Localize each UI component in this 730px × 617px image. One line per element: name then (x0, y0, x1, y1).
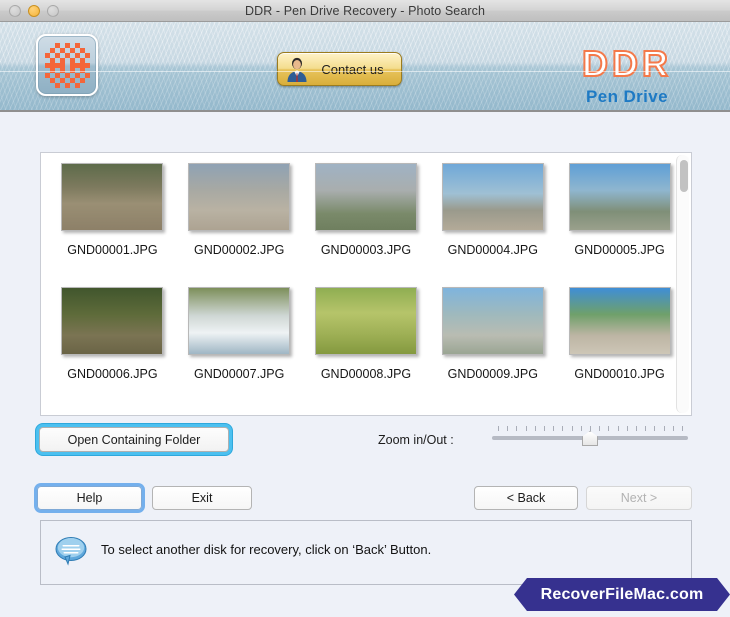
status-panel: To select another disk for recovery, cli… (40, 520, 692, 585)
slider-tick (581, 426, 582, 431)
icon-pixel (75, 83, 80, 88)
slider-tick (590, 426, 591, 431)
window-controls (9, 5, 59, 17)
photo-filename-label: GND00010.JPG (574, 367, 665, 381)
slider-tick (673, 426, 674, 431)
photo-thumbnail-image[interactable] (441, 163, 544, 231)
person-icon (287, 57, 307, 82)
open-containing-folder-button[interactable]: Open Containing Folder (39, 427, 229, 452)
slider-tick (507, 426, 508, 431)
maximize-button[interactable] (47, 5, 59, 17)
photo-grid: GND00001.JPG GND00002.JPG GND00003.JPG GND0… (41, 153, 675, 415)
window-title: DDR - Pen Drive Recovery - Photo Search (244, 3, 486, 18)
slider-tick (654, 426, 655, 431)
slider-tick (599, 426, 600, 431)
icon-pixel (80, 78, 85, 83)
photo-thumbnail-item[interactable]: GND00010.JPG (564, 287, 675, 411)
brand-title: DDR (581, 43, 672, 85)
photo-thumbnail-item[interactable]: GND00004.JPG (437, 163, 548, 287)
photo-thumbnail-item[interactable]: GND00009.JPG (437, 287, 548, 411)
slider-tick (627, 426, 628, 431)
speech-bubble-icon (55, 537, 87, 566)
photo-filename-label: GND00008.JPG (320, 367, 412, 381)
icon-pixel (85, 63, 90, 68)
open-containing-folder-focus-ring: Open Containing Folder (36, 424, 232, 455)
zoom-slider[interactable] (492, 425, 688, 451)
icon-pixel (85, 53, 90, 58)
slider-tick (535, 426, 536, 431)
slider-tick (645, 426, 646, 431)
photo-thumbnail-item[interactable]: GND00003.JPG (311, 163, 422, 287)
contact-us-button[interactable]: Contact us (277, 52, 402, 86)
photo-thumbnail-image[interactable] (61, 287, 164, 355)
icon-pixel (85, 73, 90, 78)
photo-thumbnail-item[interactable]: GND00005.JPG (564, 163, 675, 287)
icon-pixel (55, 83, 60, 88)
photo-filename-label: GND00005.JPG (574, 243, 665, 257)
slider-tick (682, 426, 683, 431)
exit-button[interactable]: Exit (152, 486, 252, 510)
slider-tick (526, 426, 527, 431)
watermark-label: RecoverFileMac.com (540, 585, 704, 603)
icon-pixel (65, 83, 70, 88)
photo-thumbnail-item[interactable]: GND00006.JPG (57, 287, 168, 411)
photo-thumbnail-image[interactable] (568, 287, 671, 355)
photo-thumbnail-item[interactable]: GND00008.JPG (311, 287, 422, 411)
photo-filename-label: GND00001.JPG (67, 243, 158, 257)
slider-tick (572, 426, 573, 431)
application-window: DDR - Pen Drive Recovery - Photo Search … (0, 0, 730, 617)
zoom-slider-thumb[interactable] (582, 431, 598, 446)
back-button[interactable]: < Back (474, 486, 578, 510)
photo-filename-label: GND00006.JPG (67, 367, 158, 381)
title-bar: DDR - Pen Drive Recovery - Photo Search (0, 0, 730, 22)
brand-subtitle: Pen Drive (585, 87, 669, 106)
photo-thumbnail-image[interactable] (314, 163, 417, 231)
slider-tick (544, 426, 545, 431)
photo-thumbnail-image[interactable] (314, 287, 417, 355)
contact-us-label: Contact us (321, 61, 384, 77)
slider-tick (516, 426, 517, 431)
slider-tick (498, 426, 499, 431)
photo-filename-label: GND00007.JPG (194, 367, 285, 381)
help-button[interactable]: Help (37, 486, 142, 510)
status-message: To select another disk for recovery, cli… (101, 542, 432, 557)
photo-filename-label: GND00009.JPG (447, 367, 538, 381)
zoom-label: Zoom in/Out : (378, 433, 454, 447)
photo-thumbnail-image[interactable] (188, 287, 291, 355)
photo-thumbnail-image[interactable] (441, 287, 544, 355)
slider-tick (618, 426, 619, 431)
photo-filename-label: GND00002.JPG (194, 243, 285, 257)
slider-tick (553, 426, 554, 431)
photo-row: GND00006.JPG GND00007.JPG GND00008.JPG GND0… (41, 287, 675, 411)
slider-tick (608, 426, 609, 431)
header-banner: Contact us DDR Pen Drive (0, 22, 730, 112)
ddr-app-icon (36, 34, 98, 96)
photo-thumbnail-image[interactable] (568, 163, 671, 231)
photo-thumbnail-item[interactable]: GND00007.JPG (184, 287, 295, 411)
photo-thumbnail-image[interactable] (61, 163, 164, 231)
photo-thumbnail-item[interactable]: GND00002.JPG (184, 163, 295, 287)
photo-row: GND00001.JPG GND00002.JPG GND00003.JPG GND0… (41, 163, 675, 287)
photo-thumbnail-image[interactable] (188, 163, 291, 231)
minimize-button[interactable] (28, 5, 40, 17)
next-button: Next > (586, 486, 692, 510)
brand-logo: DDR Pen Drive (542, 43, 712, 107)
vertical-scrollbar[interactable] (676, 155, 689, 413)
photo-results-panel: GND00001.JPG GND00002.JPG GND00003.JPG GND0… (40, 152, 692, 416)
watermark-badge: RecoverFileMac.com (514, 578, 730, 611)
slider-tick (636, 426, 637, 431)
slider-tick (562, 426, 563, 431)
main-content: GND00001.JPG GND00002.JPG GND00003.JPG GND0… (0, 114, 730, 617)
scrollbar-thumb[interactable] (680, 160, 688, 192)
photo-thumbnail-item[interactable]: GND00001.JPG (57, 163, 168, 287)
checkered-flower-icon (45, 43, 90, 88)
slider-tick (664, 426, 665, 431)
photo-filename-label: GND00003.JPG (320, 243, 412, 257)
photo-filename-label: GND00004.JPG (447, 243, 538, 257)
close-button[interactable] (9, 5, 21, 17)
